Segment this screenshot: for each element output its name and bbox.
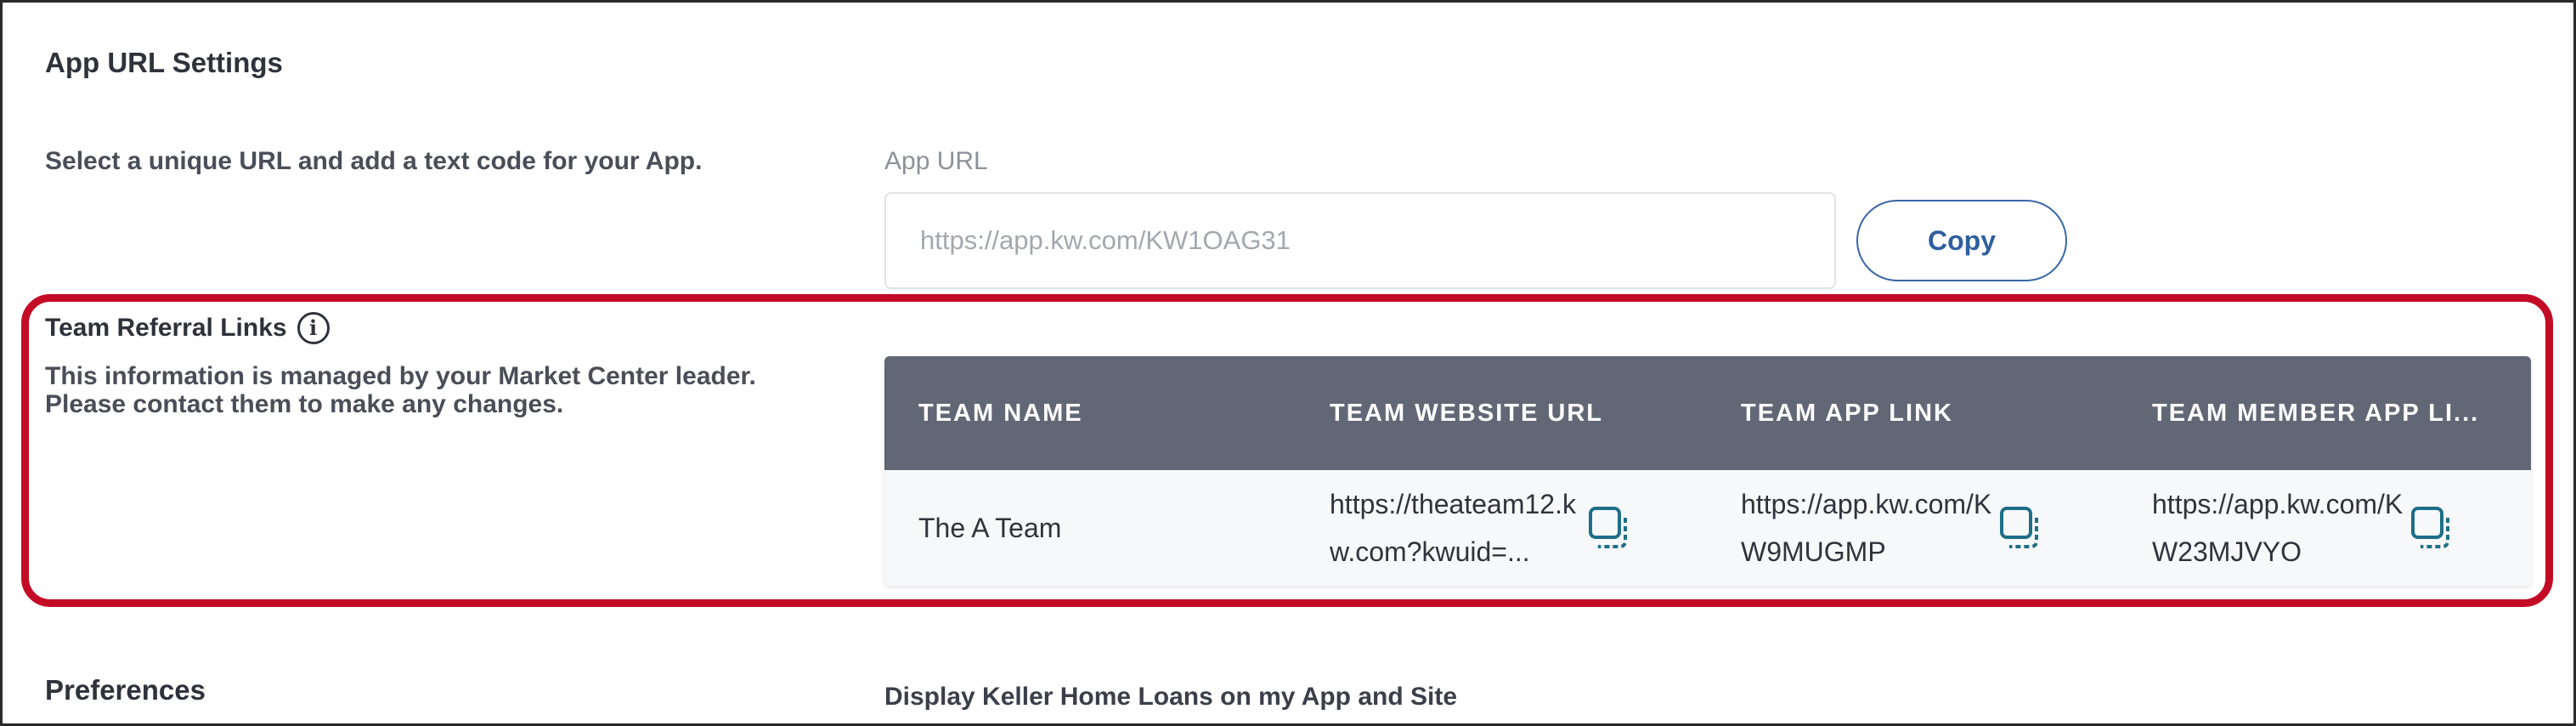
- cell-team-name: The A Team: [884, 504, 1296, 552]
- preferences-title: Preferences: [45, 674, 206, 706]
- column-header-team-website-url[interactable]: TEAM WEBSITE URL: [1296, 400, 1707, 428]
- settings-panel: App URL Settings Select a unique URL and…: [0, 0, 2576, 726]
- app-url-description: Select a unique URL and add a text code …: [45, 147, 703, 175]
- table-header: TEAM NAME TEAM WEBSITE URL TEAM APP LINK…: [884, 356, 2531, 470]
- team-referral-description-line2: Please contact them to make any changes.: [45, 390, 564, 418]
- cell-team-app-link: https://app.kw.com/KW9MUGMP: [1707, 480, 2118, 576]
- app-url-input[interactable]: https://app.kw.com/KW1OAG31: [884, 192, 1836, 289]
- team-referral-links-label: Team Referral Links: [45, 314, 287, 342]
- app-url-label: App URL: [884, 147, 988, 175]
- app-url-value: https://app.kw.com/KW1OAG31: [920, 225, 1291, 255]
- team-app-link-value: https://app.kw.com/KW9MUGMP: [1741, 489, 1992, 567]
- team-referral-description: This information is managed by your Mark…: [45, 362, 861, 418]
- column-header-team-app-link[interactable]: TEAM APP LINK: [1707, 400, 2118, 428]
- team-member-app-link-value: https://app.kw.com/KW23MJVYO: [2152, 489, 2404, 567]
- team-name-value: The A Team: [918, 513, 1062, 543]
- copy-icon[interactable]: [2410, 506, 2453, 550]
- keller-home-loans-option-label: Display Keller Home Loans on my App and …: [884, 683, 1458, 711]
- info-icon[interactable]: i: [297, 312, 330, 344]
- team-website-url-value: https://theateam12.kw.com?kwuid=...: [1330, 489, 1576, 567]
- team-referral-table: TEAM NAME TEAM WEBSITE URL TEAM APP LINK…: [884, 356, 2531, 586]
- app-url-settings-title: App URL Settings: [45, 47, 283, 78]
- team-referral-links-title: Team Referral Links i: [45, 312, 330, 344]
- team-referral-description-line1: This information is managed by your Mark…: [45, 362, 756, 390]
- copy-url-button[interactable]: Copy: [1856, 200, 2067, 281]
- copy-icon[interactable]: [1588, 506, 1630, 550]
- table-row: The A Team https://theateam12.kw.com?kwu…: [884, 470, 2531, 586]
- cell-team-member-app-link: https://app.kw.com/KW23MJVYO: [2118, 480, 2529, 576]
- copy-icon[interactable]: [1999, 506, 2042, 550]
- column-header-team-name[interactable]: TEAM NAME: [884, 400, 1296, 428]
- column-header-team-member-app-link[interactable]: TEAM MEMBER APP LI...: [2118, 400, 2529, 428]
- cell-team-website-url: https://theateam12.kw.com?kwuid=...: [1296, 480, 1707, 576]
